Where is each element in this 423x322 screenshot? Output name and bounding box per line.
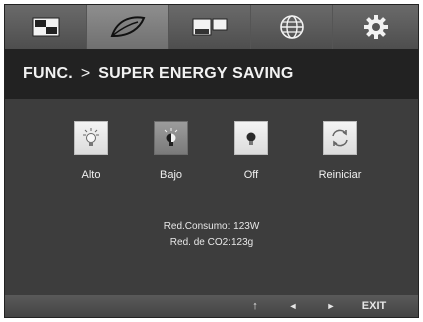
option-off-button[interactable]	[234, 121, 268, 155]
breadcrumb-section: FUNC.	[23, 65, 73, 82]
osd-menu-window: FUNC. > SUPER ENERGY SAVING Alto Bajo Of…	[4, 4, 419, 318]
option-bajo-button[interactable]	[154, 121, 188, 155]
pip-screen-icon	[192, 18, 227, 36]
option-bajo[interactable]: Bajo	[141, 121, 201, 181]
leaf-eco-icon	[110, 16, 145, 37]
option-alto-button[interactable]	[74, 121, 108, 155]
gear-icon	[363, 15, 388, 39]
option-off-label: Off	[243, 169, 259, 181]
right-button[interactable]: ►	[319, 295, 343, 317]
exit-button[interactable]: EXIT	[351, 295, 397, 317]
breadcrumb: FUNC. > SUPER ENERGY SAVING	[5, 49, 418, 99]
globe-icon	[279, 15, 304, 39]
option-reiniciar[interactable]: Reiniciar	[306, 121, 374, 181]
tab-language[interactable]	[251, 5, 333, 49]
right-arrow-icon: ►	[326, 301, 336, 311]
up-button[interactable]: ↑	[243, 295, 267, 317]
co2-reduction: Red. de CO2:123g	[169, 237, 254, 248]
options-panel: Alto Bajo Off Reiniciar Red.Consumo: 123…	[5, 99, 418, 295]
bulb-high-icon	[83, 128, 99, 146]
page-title: SUPER ENERGY SAVING	[98, 65, 294, 82]
tab-pip[interactable]	[169, 5, 251, 49]
menu-tab-bar	[5, 5, 418, 49]
exit-label: EXIT	[361, 300, 387, 312]
option-reiniciar-button[interactable]	[323, 121, 357, 155]
option-alto-label: Alto	[81, 169, 101, 181]
up-arrow-icon: ↑	[252, 300, 258, 312]
breadcrumb-separator: >	[80, 65, 91, 82]
tab-eco[interactable]	[87, 5, 169, 49]
option-off[interactable]: Off	[221, 121, 281, 181]
option-alto[interactable]: Alto	[61, 121, 121, 181]
reset-icon	[332, 129, 348, 147]
tab-picture[interactable]	[5, 5, 87, 49]
bottom-control-bar: ↑ ◄ ► EXIT	[5, 295, 418, 317]
bulb-low-icon	[164, 128, 178, 146]
bulb-off-icon	[246, 132, 256, 145]
option-bajo-label: Bajo	[159, 169, 183, 181]
option-reiniciar-label: Reiniciar	[318, 169, 362, 181]
left-arrow-icon: ◄	[288, 301, 298, 311]
energy-consumption-reduction: Red.Consumo: 123W	[163, 221, 260, 232]
left-button[interactable]: ◄	[281, 295, 305, 317]
picture-icon	[32, 17, 59, 37]
tab-settings[interactable]	[333, 5, 418, 49]
